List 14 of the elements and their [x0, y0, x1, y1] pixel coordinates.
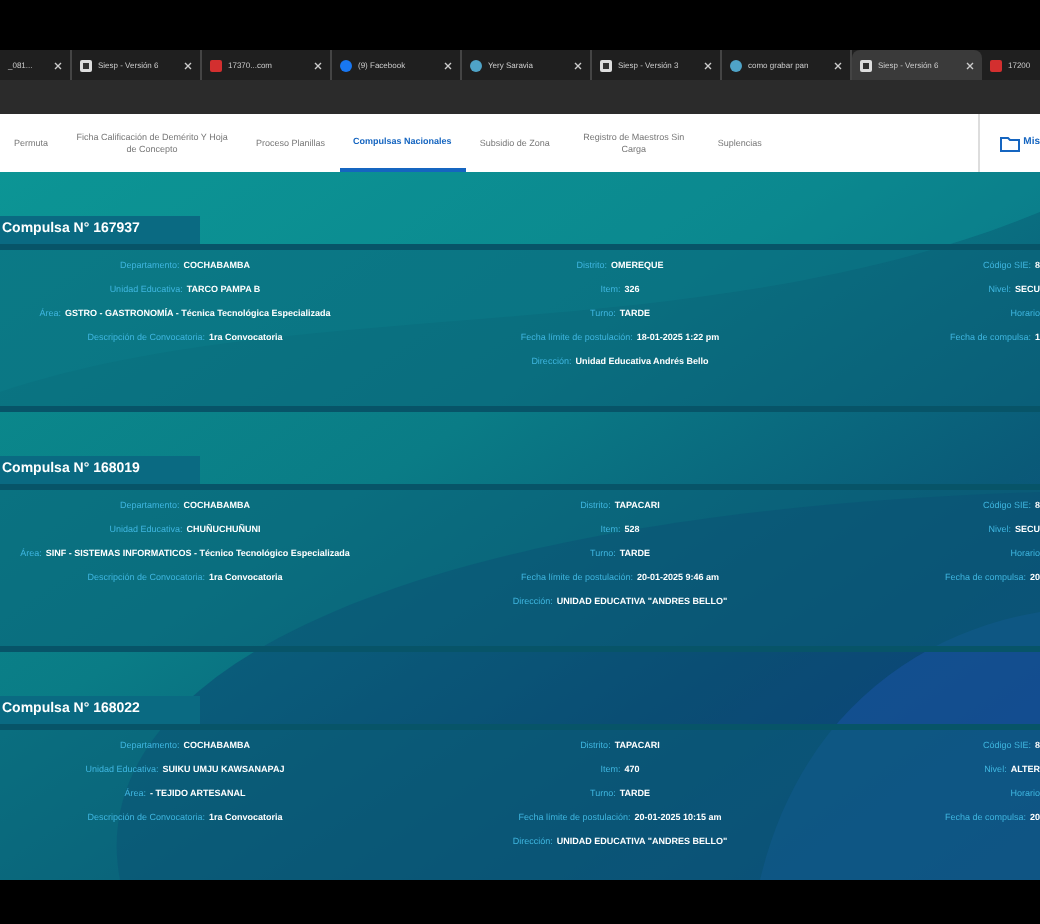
document-icon [210, 59, 222, 71]
close-icon[interactable] [574, 61, 582, 69]
close-icon[interactable] [54, 61, 62, 69]
document-icon [990, 59, 1002, 71]
close-icon[interactable] [314, 61, 322, 69]
close-icon[interactable] [184, 61, 192, 69]
site-icon [600, 59, 612, 71]
close-icon[interactable] [966, 61, 974, 69]
close-icon[interactable] [444, 61, 452, 69]
site-icon [860, 59, 872, 71]
close-icon[interactable] [834, 61, 842, 69]
close-icon[interactable] [704, 61, 712, 69]
folder-icon [999, 135, 1020, 151]
site-icon [80, 59, 92, 71]
